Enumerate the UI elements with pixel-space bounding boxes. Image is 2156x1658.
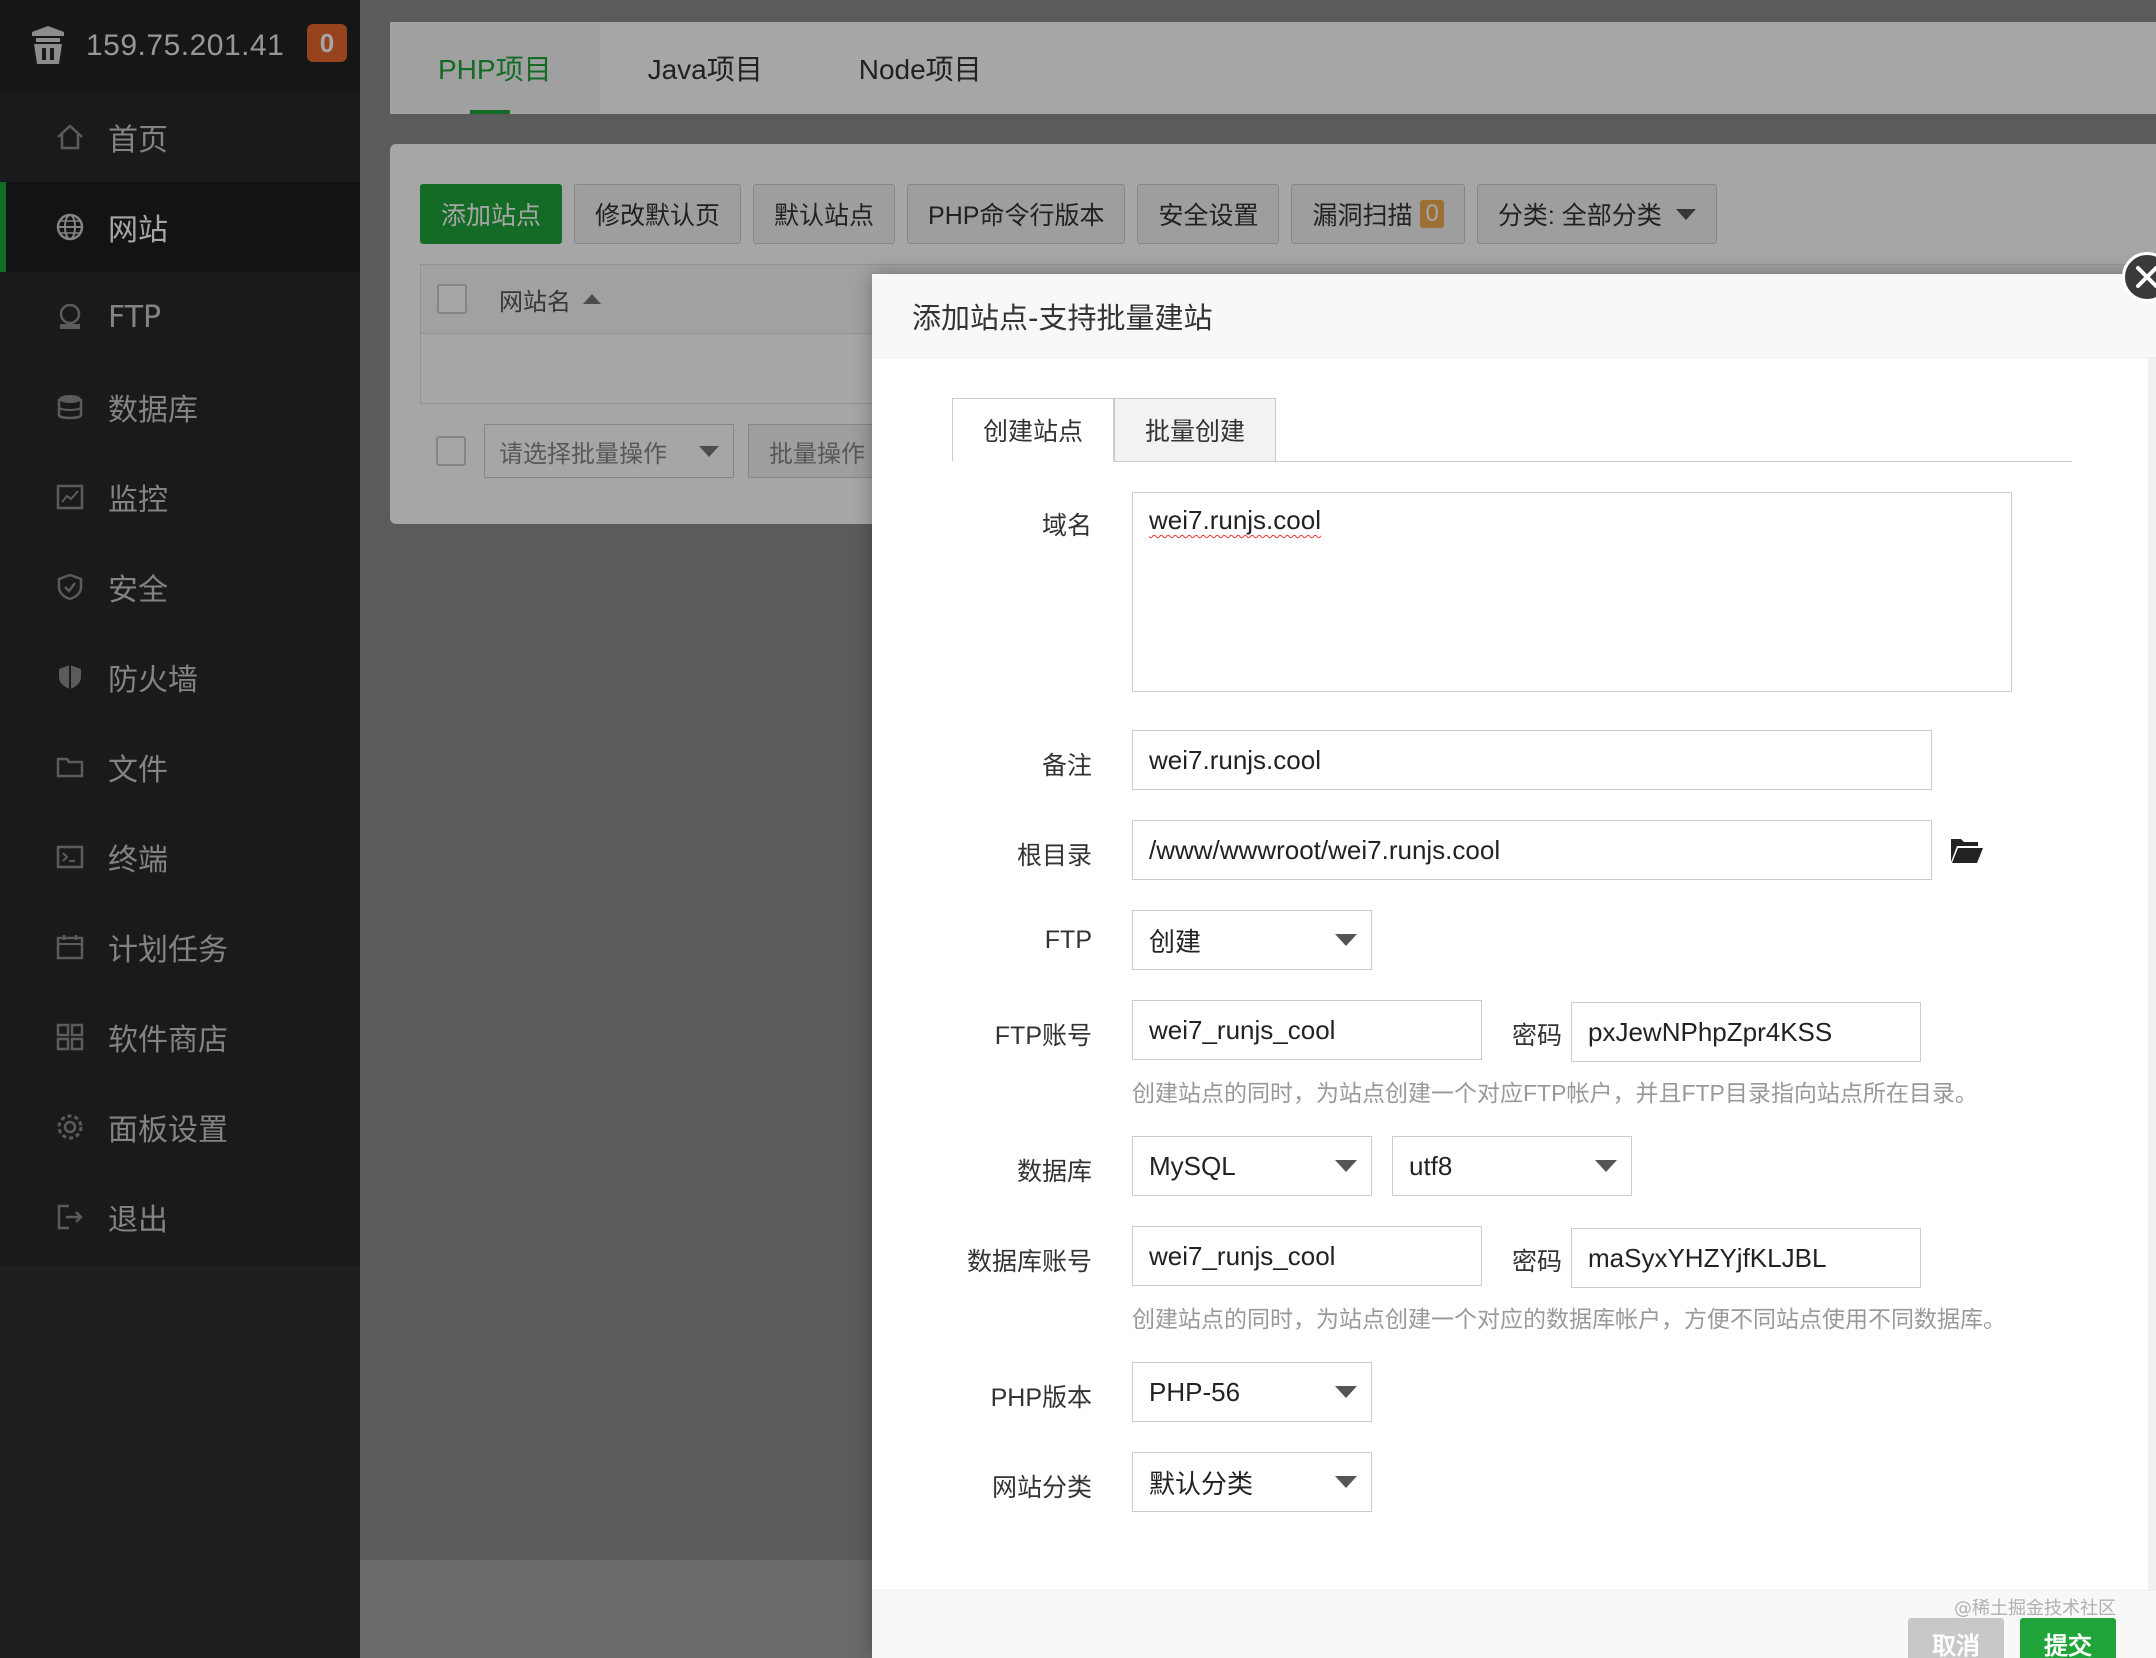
dialog-title: 添加站点-支持批量建站 (872, 274, 2156, 358)
remark-input[interactable]: wei7.runjs.cool (1132, 730, 1932, 790)
domain-label: 域名 (1041, 512, 1092, 540)
ftp-label: FTP (1044, 926, 1092, 954)
database-label: 数据库 (1016, 1158, 1092, 1186)
database-charset-value: utf8 (1409, 1150, 1453, 1181)
database-charset-select[interactable]: utf8 (1392, 1136, 1632, 1196)
tab-batch-create[interactable]: 批量创建 (1114, 398, 1277, 462)
domain-textarea[interactable]: wei7.runjs.cool (1132, 492, 2012, 692)
root-dir-label: 根目录 (1016, 842, 1092, 870)
domain-value: wei7.runjs.cool (1149, 505, 1321, 535)
ftp-hint: 创建站点的同时，为站点创建一个对应FTP帐户，并且FTP目录指向站点所在目录。 (1132, 1080, 1978, 1106)
add-site-dialog: 添加站点-支持批量建站 创建站点 批量创建 域名 wei7.runjs.cool… (872, 274, 2156, 1658)
cancel-button[interactable]: 取消 (1908, 1618, 2004, 1658)
db-account-label: 数据库账号 (966, 1248, 1092, 1276)
ftp-account-value: wei7_runjs_cool (1149, 1014, 1336, 1045)
dialog-tabs: 创建站点 批量创建 (952, 398, 2072, 462)
db-password-label: 密码 (1511, 1248, 1562, 1276)
db-hint: 创建站点的同时，为站点创建一个对应的数据库帐户，方便不同站点使用不同数据库。 (1132, 1306, 2006, 1332)
chevron-down-icon (1595, 1160, 1617, 1172)
root-dir-value: /www/wwwroot/wei7.runjs.cool (1149, 834, 1501, 865)
submit-button[interactable]: 提交 (2020, 1618, 2116, 1658)
dialog-scrollbar[interactable] (2148, 358, 2156, 1590)
php-version-value: PHP-56 (1149, 1376, 1241, 1407)
folder-open-icon[interactable] (1950, 836, 1984, 864)
site-category-value: 默认分类 (1149, 1468, 1254, 1499)
php-version-select[interactable]: PHP-56 (1132, 1362, 1372, 1422)
site-category-label: 网站分类 (991, 1474, 1092, 1502)
ftp-password-label: 密码 (1511, 1022, 1562, 1050)
site-category-select[interactable]: 默认分类 (1132, 1452, 1372, 1512)
chevron-down-icon (1335, 934, 1357, 946)
tab-create-site[interactable]: 创建站点 (952, 398, 1115, 462)
ftp-select-value: 创建 (1149, 926, 1202, 957)
chevron-down-icon (1335, 1476, 1357, 1488)
remark-value: wei7.runjs.cool (1149, 744, 1321, 775)
php-version-label: PHP版本 (990, 1384, 1092, 1412)
ftp-select[interactable]: 创建 (1132, 910, 1372, 970)
database-type-value: MySQL (1149, 1150, 1236, 1181)
watermark: @稀土掘金技术社区 (1954, 1598, 2116, 1619)
chevron-down-icon (1335, 1386, 1357, 1398)
database-type-select[interactable]: MySQL (1132, 1136, 1372, 1196)
db-password-input[interactable]: maSyxYHZYjfKLJBL (1571, 1228, 1921, 1288)
ftp-account-label: FTP账号 (994, 1022, 1092, 1050)
db-account-value: wei7_runjs_cool (1149, 1240, 1336, 1271)
chevron-down-icon (1335, 1160, 1357, 1172)
close-icon (2136, 266, 2156, 288)
root-dir-input[interactable]: /www/wwwroot/wei7.runjs.cool (1132, 820, 1932, 880)
ftp-password-value: pxJewNPhpZpr4KSS (1588, 1016, 1833, 1047)
remark-label: 备注 (1041, 752, 1092, 780)
db-password-value: maSyxYHZYjfKLJBL (1588, 1242, 1827, 1273)
ftp-password-input[interactable]: pxJewNPhpZpr4KSS (1571, 1002, 1921, 1062)
